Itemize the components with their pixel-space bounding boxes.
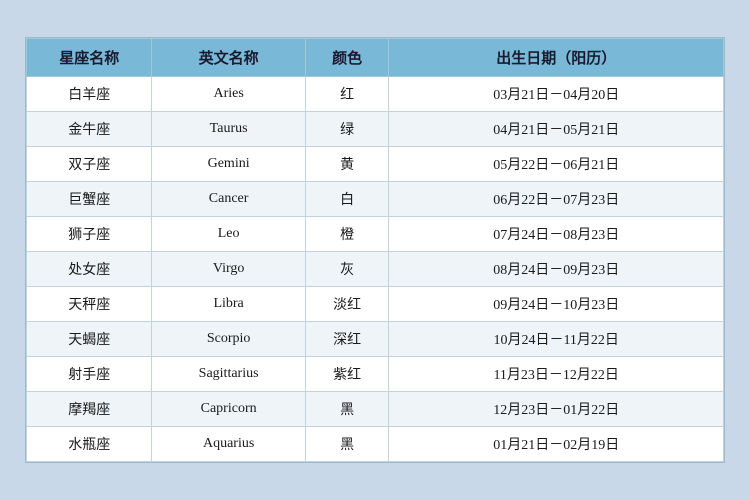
- table-row: 天蝎座Scorpio深红10月24日－11月22日: [27, 322, 724, 357]
- table-header-row: 星座名称 英文名称 颜色 出生日期（阳历）: [27, 39, 724, 77]
- cell-color: 黄: [305, 147, 389, 182]
- cell-color: 黑: [305, 392, 389, 427]
- cell-date: 09月24日－10月23日: [389, 287, 724, 322]
- cell-english: Virgo: [152, 252, 305, 287]
- cell-english: Aquarius: [152, 427, 305, 462]
- cell-chinese: 巨蟹座: [27, 182, 152, 217]
- table-row: 白羊座Aries红03月21日－04月20日: [27, 77, 724, 112]
- table-row: 处女座Virgo灰08月24日－09月23日: [27, 252, 724, 287]
- cell-date: 06月22日－07月23日: [389, 182, 724, 217]
- cell-date: 08月24日－09月23日: [389, 252, 724, 287]
- cell-color: 紫红: [305, 357, 389, 392]
- cell-color: 橙: [305, 217, 389, 252]
- cell-chinese: 天蝎座: [27, 322, 152, 357]
- cell-english: Aries: [152, 77, 305, 112]
- cell-date: 10月24日－11月22日: [389, 322, 724, 357]
- cell-english: Leo: [152, 217, 305, 252]
- header-english: 英文名称: [152, 39, 305, 77]
- cell-color: 灰: [305, 252, 389, 287]
- zodiac-table-container: 星座名称 英文名称 颜色 出生日期（阳历） 白羊座Aries红03月21日－04…: [25, 37, 725, 463]
- cell-english: Libra: [152, 287, 305, 322]
- cell-color: 黑: [305, 427, 389, 462]
- cell-chinese: 水瓶座: [27, 427, 152, 462]
- cell-color: 白: [305, 182, 389, 217]
- table-row: 巨蟹座Cancer白06月22日－07月23日: [27, 182, 724, 217]
- cell-chinese: 处女座: [27, 252, 152, 287]
- cell-date: 03月21日－04月20日: [389, 77, 724, 112]
- cell-date: 01月21日－02月19日: [389, 427, 724, 462]
- cell-color: 绿: [305, 112, 389, 147]
- cell-chinese: 双子座: [27, 147, 152, 182]
- cell-date: 04月21日－05月21日: [389, 112, 724, 147]
- cell-date: 05月22日－06月21日: [389, 147, 724, 182]
- cell-color: 淡红: [305, 287, 389, 322]
- cell-chinese: 白羊座: [27, 77, 152, 112]
- cell-date: 07月24日－08月23日: [389, 217, 724, 252]
- cell-english: Cancer: [152, 182, 305, 217]
- table-row: 摩羯座Capricorn黑12月23日－01月22日: [27, 392, 724, 427]
- cell-english: Capricorn: [152, 392, 305, 427]
- table-row: 金牛座Taurus绿04月21日－05月21日: [27, 112, 724, 147]
- cell-chinese: 摩羯座: [27, 392, 152, 427]
- header-chinese: 星座名称: [27, 39, 152, 77]
- table-body: 白羊座Aries红03月21日－04月20日金牛座Taurus绿04月21日－0…: [27, 77, 724, 462]
- header-date: 出生日期（阳历）: [389, 39, 724, 77]
- cell-date: 11月23日－12月22日: [389, 357, 724, 392]
- cell-english: Taurus: [152, 112, 305, 147]
- cell-chinese: 金牛座: [27, 112, 152, 147]
- table-row: 双子座Gemini黄05月22日－06月21日: [27, 147, 724, 182]
- cell-english: Gemini: [152, 147, 305, 182]
- table-row: 天秤座Libra淡红09月24日－10月23日: [27, 287, 724, 322]
- cell-color: 红: [305, 77, 389, 112]
- table-row: 狮子座Leo橙07月24日－08月23日: [27, 217, 724, 252]
- cell-date: 12月23日－01月22日: [389, 392, 724, 427]
- header-color: 颜色: [305, 39, 389, 77]
- cell-chinese: 射手座: [27, 357, 152, 392]
- cell-english: Scorpio: [152, 322, 305, 357]
- cell-color: 深红: [305, 322, 389, 357]
- zodiac-table: 星座名称 英文名称 颜色 出生日期（阳历） 白羊座Aries红03月21日－04…: [26, 38, 724, 462]
- cell-chinese: 天秤座: [27, 287, 152, 322]
- table-row: 水瓶座Aquarius黑01月21日－02月19日: [27, 427, 724, 462]
- cell-chinese: 狮子座: [27, 217, 152, 252]
- cell-english: Sagittarius: [152, 357, 305, 392]
- table-row: 射手座Sagittarius紫红11月23日－12月22日: [27, 357, 724, 392]
